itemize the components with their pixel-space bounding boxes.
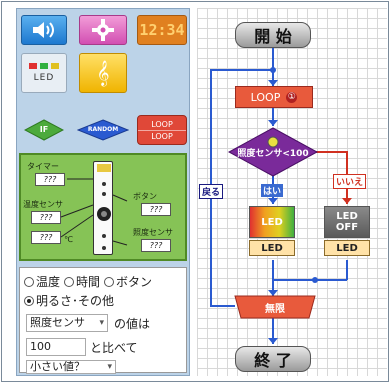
loop-node-label: LOOP xyxy=(250,90,281,104)
sensor-type-radio-row-2: 明るさ･その他 xyxy=(24,292,114,309)
clock-display: 12:34 xyxy=(139,21,185,39)
led-label: LED xyxy=(33,73,55,83)
speaker-block-button[interactable] xyxy=(21,15,67,45)
condition-settings-panel: 温度 時間 ボタン 明るさ･その他 照度センサ ▾ の値は 100 と比べて 小… xyxy=(19,267,187,374)
button-value[interactable]: ??? xyxy=(141,203,171,216)
temp-label: 温度センサ xyxy=(23,200,63,209)
loop-node[interactable]: LOOP ① xyxy=(235,86,313,108)
if-label: IF xyxy=(39,125,49,134)
led-on-block[interactable]: LED xyxy=(249,206,295,238)
led-off-text-1: LED xyxy=(336,211,358,222)
led-on-text: LED xyxy=(261,216,283,228)
timer-label: タイマー xyxy=(27,162,59,171)
no-branch-label: いいえ xyxy=(333,174,367,189)
temp-value-1[interactable]: ??? xyxy=(31,211,61,224)
gear-icon xyxy=(92,19,114,41)
light-value[interactable]: ??? xyxy=(141,239,171,252)
timer-value[interactable]: ??? xyxy=(35,173,65,186)
yes-branch-label: はい xyxy=(261,184,284,197)
infinite-loop-end-node[interactable]: 無限 xyxy=(241,298,309,316)
led-icon xyxy=(29,63,59,69)
radio-time[interactable]: 時間 xyxy=(64,273,100,290)
random-block-button[interactable]: RANDOM xyxy=(77,119,129,141)
music-block-button[interactable]: 𝄞 xyxy=(79,53,127,93)
random-label: RANDOM xyxy=(87,126,119,133)
board-icon xyxy=(97,164,111,250)
clock-block-button[interactable]: 12:34 xyxy=(137,15,187,45)
sensor-select[interactable]: 照度センサ ▾ xyxy=(26,314,108,332)
loop-label-bottom: LOOP xyxy=(151,131,173,141)
led-off-block[interactable]: LED OFF xyxy=(324,206,370,238)
block-palette: 12:34 LED 𝄞 IF RANDOM LOOP LOOP タイマー ???… xyxy=(16,8,190,376)
radio-button[interactable]: ボタン xyxy=(104,273,152,290)
loop-count-badge: ① xyxy=(286,91,298,103)
led-block-button[interactable]: LED xyxy=(21,53,67,93)
radio-temp[interactable]: 温度 xyxy=(24,273,60,290)
back-label: 戻る xyxy=(199,184,224,199)
end-node[interactable]: 終 了 xyxy=(235,346,311,372)
flow-connectors xyxy=(210,48,352,344)
microcontroller-board xyxy=(93,161,113,255)
temp-value-2[interactable]: ??? xyxy=(31,231,61,244)
value-is-label: の値は xyxy=(114,317,151,331)
speaker-icon xyxy=(33,22,54,38)
condition-label[interactable]: 照度センサ<100 xyxy=(229,144,317,160)
temp-unit: ℃ xyxy=(64,235,73,244)
compare-value-input[interactable]: 100 xyxy=(26,338,86,356)
chevron-down-icon: ▾ xyxy=(107,362,112,372)
light-label: 照度センサ xyxy=(133,228,173,237)
sensor-type-radio-row-1: 温度 時間 ボタン xyxy=(24,273,152,290)
sensor-panel: タイマー ??? 温度センサ ??? ??? ℃ ボタン ??? 照度センサ ?… xyxy=(19,153,187,261)
music-note-icon: 𝄞 xyxy=(96,60,110,86)
compare-with-label: と比べて xyxy=(90,341,138,355)
start-node[interactable]: 開 始 xyxy=(235,22,311,48)
chevron-down-icon: ▾ xyxy=(99,318,104,328)
flowchart-canvas[interactable]: 開 始 LOOP ① 照度センサ<100 はい いいえ 戻る LED LED L… xyxy=(197,8,387,376)
condition-select[interactable]: 小さい値？ ▾ xyxy=(26,360,116,374)
loop-label-top: LOOP xyxy=(138,119,186,131)
button-label: ボタン xyxy=(133,192,157,201)
led-off-text-2: OFF xyxy=(335,222,359,233)
led-left-label[interactable]: LED xyxy=(249,240,295,256)
radio-brightness[interactable]: 明るさ･その他 xyxy=(24,292,114,309)
led-right-label[interactable]: LED xyxy=(324,240,370,256)
if-block-button[interactable]: IF xyxy=(21,119,67,141)
loop-block-button[interactable]: LOOP LOOP xyxy=(137,115,187,145)
settings-block-button[interactable] xyxy=(79,15,127,45)
